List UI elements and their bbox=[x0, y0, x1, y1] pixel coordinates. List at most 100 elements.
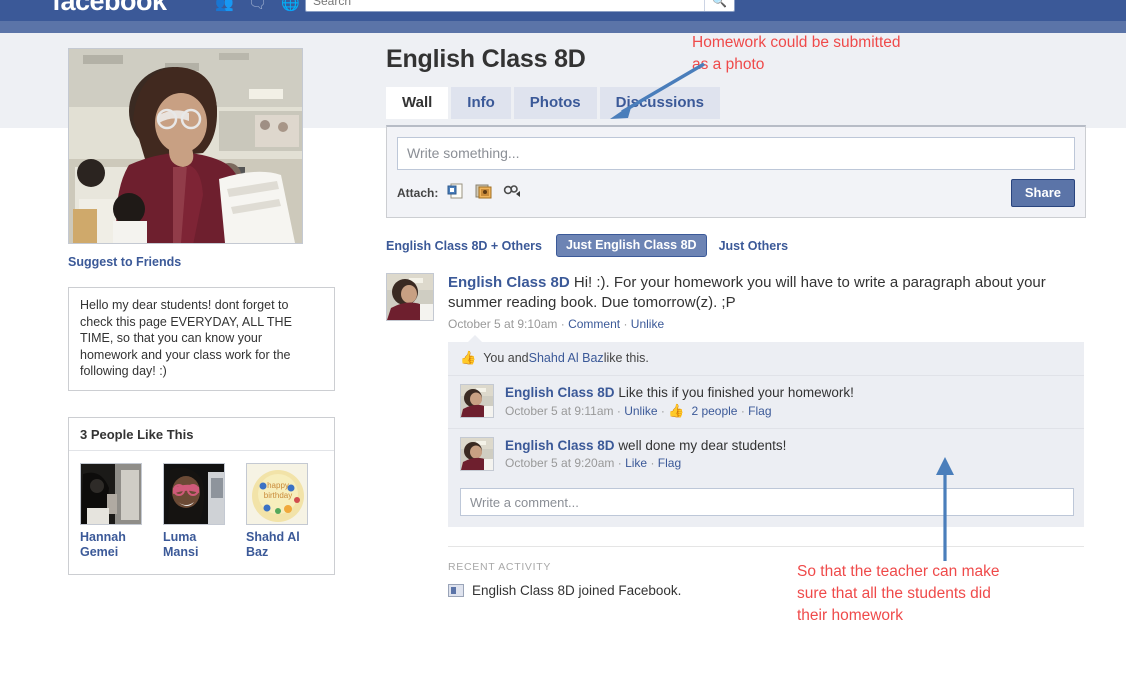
fan-avatar[interactable]: happy birthday bbox=[246, 462, 308, 525]
composer-toolbar: Attach: Share bbox=[397, 179, 1075, 207]
search-box[interactable]: Search 🔍 bbox=[305, 0, 735, 12]
friends-icon[interactable]: 👥 bbox=[215, 0, 234, 12]
like-summary-prefix: You and bbox=[483, 351, 529, 365]
comment-message: well done my dear students! bbox=[618, 438, 787, 453]
page-profile-photo[interactable] bbox=[68, 48, 303, 244]
tab-photos[interactable]: Photos bbox=[513, 87, 597, 119]
fan-avatar-image: happy birthday bbox=[247, 463, 307, 524]
composer-input[interactable]: Write something... bbox=[397, 137, 1075, 170]
tab-wall[interactable]: Wall bbox=[386, 87, 449, 119]
comment-likes-count[interactable]: 2 people bbox=[691, 404, 737, 418]
annotation-teacher-line1: So that the teacher can make bbox=[797, 563, 1000, 580]
comment-flag-link[interactable]: Flag bbox=[748, 404, 771, 418]
people-like-this-box: 3 People Like This Hannah Gemei Luma Man… bbox=[68, 416, 335, 575]
wall-post: English Class 8D Hi! :). For your homewo… bbox=[386, 273, 1086, 331]
fan-item[interactable]: Luma Mansi bbox=[163, 462, 233, 560]
comment-author-avatar[interactable] bbox=[460, 437, 494, 471]
fan-avatar-image bbox=[81, 463, 141, 524]
notifications-icon[interactable]: 🌐 bbox=[281, 0, 300, 12]
link-icon[interactable] bbox=[447, 183, 464, 204]
comment-avatar-image bbox=[461, 438, 493, 470]
comment-author-name[interactable]: English Class 8D bbox=[505, 438, 615, 453]
fan-avatar-image bbox=[164, 463, 224, 524]
svg-text:birthday: birthday bbox=[264, 491, 292, 500]
comment-author-name[interactable]: English Class 8D bbox=[505, 385, 615, 400]
comment-timestamp: October 5 at 9:11am bbox=[505, 404, 614, 418]
fan-avatar[interactable] bbox=[80, 462, 142, 525]
comment-avatar-image bbox=[461, 385, 493, 417]
comment-unlike-link[interactable]: Unlike bbox=[624, 404, 657, 418]
recent-activity-text: English Class 8D joined Facebook. bbox=[472, 583, 682, 598]
post-body: English Class 8D Hi! :). For your homewo… bbox=[448, 273, 1084, 331]
liker-name-link[interactable]: Shahd Al Baz bbox=[529, 351, 604, 365]
fan-item[interactable]: happy birthday Shahd Al Baz bbox=[246, 462, 316, 560]
fan-item[interactable]: Hannah Gemei bbox=[80, 462, 150, 560]
facebook-logo[interactable]: facebook bbox=[52, 0, 167, 17]
filter-page-and-others[interactable]: English Class 8D + Others bbox=[386, 239, 542, 253]
profile-photo-image bbox=[69, 49, 302, 243]
fan-list: Hannah Gemei Luma Mansi happy birthday S… bbox=[69, 451, 334, 574]
wall-filter-bar: English Class 8D + Others Just English C… bbox=[386, 234, 1086, 257]
unlike-link[interactable]: Unlike bbox=[631, 317, 664, 331]
annotation-photo-line1: Homework could be submitted bbox=[692, 34, 901, 51]
comment-item: English Class 8D Like this if you finish… bbox=[448, 375, 1084, 428]
filter-just-others[interactable]: Just Others bbox=[719, 239, 788, 253]
search-icon[interactable]: 🔍 bbox=[704, 0, 734, 11]
comment-flag-link[interactable]: Flag bbox=[658, 456, 681, 470]
annotation-arrow-to-photos-tab bbox=[610, 62, 705, 119]
tab-bar: Wall Info Photos Discussions bbox=[386, 87, 1086, 119]
video-icon[interactable] bbox=[503, 183, 522, 204]
post-meta: October 5 at 9:10am · Comment · Unlike bbox=[448, 317, 1084, 331]
comment-body: English Class 8D Like this if you finish… bbox=[505, 384, 854, 419]
tab-info[interactable]: Info bbox=[451, 87, 511, 119]
fan-name[interactable]: Luma Mansi bbox=[163, 530, 233, 560]
comment-thread: 👍 You and Shahd Al Baz like this. Englis… bbox=[448, 335, 1084, 527]
comment-text-line: English Class 8D Like this if you finish… bbox=[505, 384, 854, 401]
meta-dot: · bbox=[560, 317, 569, 331]
search-input[interactable]: Search bbox=[313, 0, 351, 8]
share-button[interactable]: Share bbox=[1010, 179, 1075, 207]
fan-name[interactable]: Hannah Gemei bbox=[80, 530, 150, 560]
fan-avatar[interactable] bbox=[163, 462, 225, 525]
comment-meta: October 5 at 9:20am · Like · Flag bbox=[505, 456, 786, 470]
annotation-photo-line2: as a photo bbox=[692, 56, 765, 73]
comment-like-link[interactable]: Like bbox=[625, 456, 647, 470]
comment-input-row: Write a comment... bbox=[448, 480, 1084, 527]
comment-timestamp: October 5 at 9:20am bbox=[505, 456, 615, 470]
post-author-name[interactable]: English Class 8D bbox=[448, 274, 570, 291]
annotation-arrow-to-likes-count bbox=[936, 457, 954, 561]
comment-author-avatar[interactable] bbox=[460, 384, 494, 418]
photo-icon[interactable] bbox=[475, 183, 492, 204]
comment-text-line: English Class 8D well done my dear stude… bbox=[505, 437, 786, 454]
composer-box: Write something... Attach: Share bbox=[386, 125, 1086, 218]
filter-just-page[interactable]: Just English Class 8D bbox=[555, 234, 707, 257]
people-like-this-title: 3 People Like This bbox=[69, 418, 334, 451]
post-author-avatar[interactable] bbox=[386, 273, 434, 321]
annotation-teacher-line3: their homework bbox=[797, 607, 903, 624]
comment-item: English Class 8D well done my dear stude… bbox=[448, 428, 1084, 480]
annotation-teacher-note: So that the teacher can make sure that a… bbox=[797, 561, 999, 627]
messages-icon[interactable]: 🗨 bbox=[248, 0, 267, 12]
annotation-teacher-line2: sure that all the students did bbox=[797, 585, 991, 602]
comment-body: English Class 8D well done my dear stude… bbox=[505, 437, 786, 471]
suggest-to-friends-link[interactable]: Suggest to Friends bbox=[68, 255, 356, 269]
thread-caret bbox=[468, 335, 482, 342]
like-summary-bar: 👍 You and Shahd Al Baz like this. bbox=[448, 342, 1084, 375]
comment-link[interactable]: Comment bbox=[568, 317, 620, 331]
page-about-text: Hello my dear students! dont forget to c… bbox=[80, 298, 292, 378]
comment-input[interactable]: Write a comment... bbox=[460, 488, 1074, 516]
meta-dot: · bbox=[650, 456, 658, 470]
page-flag-icon bbox=[448, 584, 464, 597]
fan-name[interactable]: Shahd Al Baz bbox=[246, 530, 316, 560]
thumbs-up-icon: 👍 bbox=[460, 350, 477, 365]
thumbs-up-icon: 👍 bbox=[668, 403, 685, 418]
meta-dot: · bbox=[623, 317, 631, 331]
post-timestamp: October 5 at 9:10am bbox=[448, 317, 558, 331]
meta-dot: · bbox=[617, 456, 626, 470]
left-sidebar: Suggest to Friends Hello my dear student… bbox=[68, 48, 356, 575]
main-content: English Class 8D Wall Info Photos Discus… bbox=[386, 44, 1086, 598]
annotation-photo-note: Homework could be submitted as a photo bbox=[692, 32, 901, 76]
like-summary-suffix: like this. bbox=[603, 351, 649, 365]
post-author-avatar-image bbox=[387, 274, 433, 320]
facebook-top-bar: facebook 👥 🗨 🌐 Search 🔍 bbox=[0, 0, 1126, 33]
